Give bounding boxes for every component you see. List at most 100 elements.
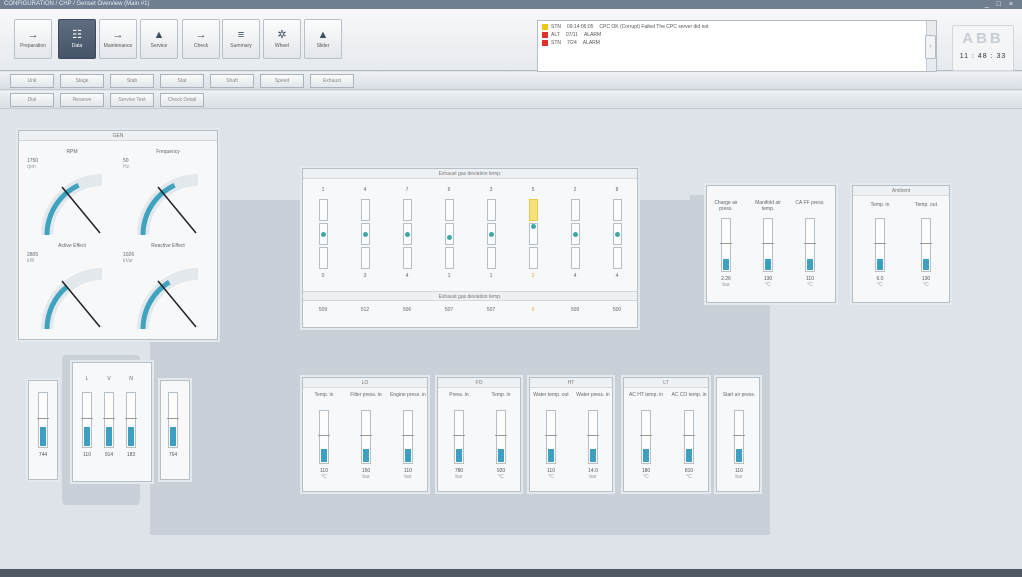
charge-2-tube <box>804 218 816 272</box>
bottom-panel-title: HT <box>530 378 612 388</box>
ambient-label: Temp. out <box>915 202 937 208</box>
cylinder-number: 7 <box>405 187 409 193</box>
cylinder-temp: 0 <box>531 307 535 313</box>
cylinder-bar-2 <box>571 199 580 271</box>
phase-value: 914 <box>104 452 114 458</box>
ambient-unit: °C <box>877 282 883 288</box>
bp2-0-tube <box>545 410 557 464</box>
cylinder-number: 8 <box>615 187 619 193</box>
bp0-1-marker <box>360 435 372 436</box>
gen-gauge-label: RPM <box>66 149 78 155</box>
gen-gauge-1: Frequency 50 Hz <box>123 149 213 241</box>
phase-label: L <box>85 376 89 382</box>
abb-logo: ABB <box>962 30 1004 47</box>
nav-slider-icon: ▲ <box>317 29 329 41</box>
cylinder-bar-segment <box>319 199 328 221</box>
phase-label: N <box>129 376 133 382</box>
gen-gauge-0: RPM 1750 rpm <box>27 149 117 241</box>
nav-button-wheel[interactable]: ✲ Wheel <box>263 19 301 59</box>
bp2-1-level <box>590 449 596 462</box>
alarm-row[interactable]: STN 7/24 ALARM <box>542 40 606 47</box>
ambient-0-level <box>877 259 883 270</box>
nav-button-preparation[interactable]: → Preparation <box>14 19 52 59</box>
bp1-label: Temp. in <box>491 392 511 398</box>
alarm-row[interactable]: ALT 07/11 ALARM <box>542 32 607 39</box>
subtab-check-detail[interactable]: Check Detail <box>160 93 204 107</box>
gen-gauge-dial <box>41 174 103 236</box>
charge-unit: bar <box>722 282 730 288</box>
tab-stat[interactable]: Stat <box>160 74 204 88</box>
gen-phase-0-level <box>40 427 46 446</box>
cylinder-level-indicator <box>615 232 620 237</box>
nav-button-check[interactable]: → Check <box>182 19 220 59</box>
subtab-dial[interactable]: Dial <box>10 93 54 107</box>
ambient-1-tube <box>920 218 932 272</box>
phase-value: 110 <box>83 452 91 458</box>
ambient-0-tube <box>874 218 886 272</box>
gen-phase-4-tube <box>167 392 179 448</box>
gauge-needle <box>61 186 101 234</box>
gen-panel-title: GEN <box>19 131 217 141</box>
tab-stage[interactable]: Stage <box>60 74 104 88</box>
cylinder-temp: 509 <box>570 307 580 313</box>
cylinder-deviation: 3 <box>363 273 367 279</box>
tab-unit[interactable]: Unit <box>10 74 54 88</box>
cylinder-temp: 512 <box>360 307 370 313</box>
cylinder-number: 1 <box>321 187 325 193</box>
alarm-row[interactable]: STN 09:14:06:05 CPC OK (Corrupt) Failed Th… <box>542 24 715 31</box>
status-bar <box>0 569 1022 577</box>
gen-phase-2-marker <box>103 418 115 419</box>
gen-phase-1-marker <box>81 418 93 419</box>
tab-shaft[interactable]: Shaft <box>210 74 254 88</box>
gen-gauge-dial <box>41 268 103 330</box>
bp2-label: Water press. in <box>576 392 610 398</box>
nav-button-service[interactable]: ▲ Service <box>140 19 178 59</box>
bp3-0-marker <box>640 435 652 436</box>
tab-exhaust[interactable]: Exhaust <box>310 74 354 88</box>
nav-service-icon: ▲ <box>153 29 165 41</box>
bp1-0-level <box>456 449 462 462</box>
cylinder-bar-4 <box>361 199 370 271</box>
charge-label: Manifold air temp. <box>755 200 781 212</box>
cylinder-bar-segment <box>319 247 328 269</box>
nav-label: Summary <box>230 43 252 49</box>
clock: 11 : 48 : 33 <box>959 53 1007 60</box>
nav-label: Slider <box>316 43 330 49</box>
subtab-service-test[interactable]: Service Test <box>110 93 154 107</box>
tab-stab[interactable]: Stab <box>110 74 154 88</box>
nav-preparation-icon: → <box>27 29 39 41</box>
cylinder-bar-segment <box>445 199 454 221</box>
cylinder-number: 2 <box>573 187 577 193</box>
cylinder-number: 4 <box>363 187 367 193</box>
alarm-expand-button[interactable]: › <box>925 35 936 59</box>
charge-0-marker <box>720 243 732 244</box>
alarm-time: 7/24 <box>567 40 577 47</box>
bp0-1-tube <box>360 410 372 464</box>
bp4-0-tube <box>733 410 745 464</box>
gen-gauge-2: Active Effect 2805 kW <box>27 243 117 335</box>
bp2-1-tube <box>587 410 599 464</box>
alarm-list[interactable]: STN 09:14:06:05 CPC OK (Corrupt) Failed Th… <box>537 20 937 72</box>
bp0-2-marker <box>402 435 414 436</box>
cylinder-bar-5 <box>529 199 538 271</box>
gauge-needle <box>61 280 101 328</box>
nav-button-maintenance[interactable]: → Maintenance <box>99 19 137 59</box>
subtab-reserve[interactable]: Reserve <box>60 93 104 107</box>
nav-button-slider[interactable]: ▲ Slider <box>304 19 342 59</box>
bp0-unit: bar <box>404 474 412 480</box>
charge-1-marker <box>762 243 774 244</box>
window-controls[interactable]: _ □ × <box>985 0 1016 9</box>
cylinder-level-indicator <box>321 232 326 237</box>
bp1-0-marker <box>453 435 465 436</box>
nav-button-data[interactable]: ☷ Data <box>58 19 96 59</box>
nav-button-summary[interactable]: ≡ Summary <box>222 19 260 59</box>
bp1-1-level <box>498 449 504 462</box>
alarm-time: 09:14:06:05 <box>567 24 594 31</box>
tab-speed[interactable]: Speed <box>260 74 304 88</box>
bp1-1-marker <box>495 435 507 436</box>
cylinder-temp: 509 <box>318 307 328 313</box>
cylinder-bar-segment <box>361 247 370 269</box>
bp4-0-marker <box>733 435 745 436</box>
charge-2-level <box>807 259 813 270</box>
exhaust-panel-title: Exhaust gas deviation temp. <box>303 169 637 179</box>
